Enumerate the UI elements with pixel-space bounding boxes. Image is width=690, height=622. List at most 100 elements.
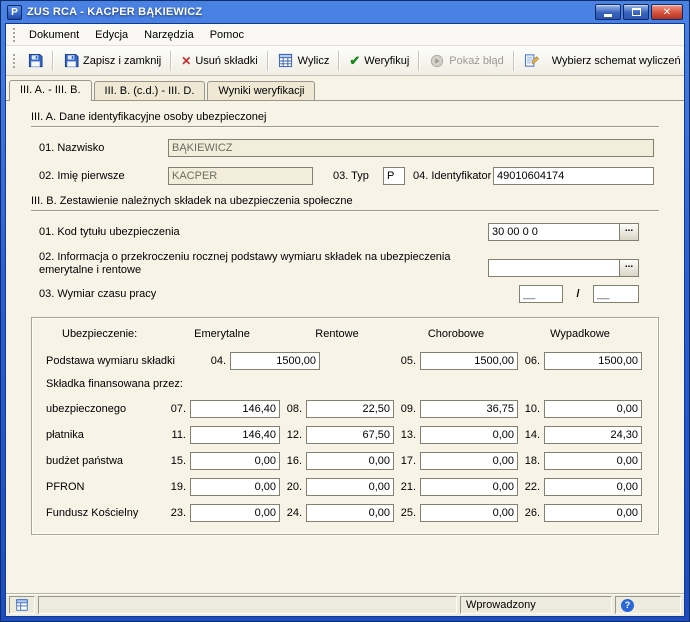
field-number: 07. — [164, 403, 190, 415]
statusbar-message-panel — [38, 596, 457, 614]
window-client-area: Dokument Edycja Narzędzia Pomoc Zapisz i… — [5, 23, 685, 617]
verify-button[interactable]: ✔ Weryfikuj — [343, 49, 415, 73]
field-number: 10. — [518, 403, 544, 415]
field-number: 14. — [518, 429, 544, 441]
insurance-code-field[interactable] — [488, 223, 620, 241]
field-20[interactable] — [306, 478, 394, 496]
field-09[interactable] — [420, 400, 518, 418]
toolbar-separator — [338, 51, 340, 71]
minimize-button[interactable] — [595, 4, 621, 20]
save-and-close-button[interactable]: Zapisz i zamknij — [57, 49, 167, 73]
field-25[interactable] — [420, 504, 518, 522]
green-check-icon: ✔ — [349, 53, 360, 69]
table-row-fundusz-koscielny: Fundusz Kościelny 23. 24. 25. 26. — [46, 504, 644, 522]
platnik-app-icon: P — [7, 5, 22, 20]
calculate-button[interactable]: Wylicz — [272, 49, 336, 73]
toolbar-separator — [267, 51, 269, 71]
document-type-icon — [15, 597, 29, 613]
show-error-icon — [429, 53, 445, 69]
firstname-field[interactable] — [168, 167, 313, 185]
choose-scheme-button[interactable]: Wybierz schemat wyliczeń — [546, 51, 685, 71]
type-field[interactable] — [383, 167, 405, 185]
show-error-button: Pokaż błąd — [423, 49, 509, 73]
maximize-button[interactable] — [623, 4, 649, 20]
field-11[interactable] — [190, 426, 280, 444]
close-button[interactable]: ✕ — [651, 4, 683, 20]
field-number: 22. — [518, 481, 544, 493]
toolbar: Zapisz i zamknij ✕ Usuń składki Wylicz ✔… — [6, 46, 684, 76]
field-04[interactable] — [230, 352, 320, 370]
field-17[interactable] — [420, 452, 518, 470]
field-08[interactable] — [306, 400, 394, 418]
choose-scheme-label: Wybierz schemat wyliczeń — [552, 55, 681, 67]
field-12[interactable] — [306, 426, 394, 444]
menu-narzedzia[interactable]: Narzędzia — [136, 26, 202, 44]
menu-edycja[interactable]: Edycja — [87, 26, 136, 44]
column-rentowe: Rentowe — [280, 328, 394, 340]
field-16[interactable] — [306, 452, 394, 470]
worktime-slash: / — [563, 288, 593, 300]
field-22[interactable] — [544, 478, 642, 496]
worktime-row: 03. Wymiar czasu pracy / — [31, 285, 659, 303]
scheme-icon-button[interactable] — [518, 49, 546, 73]
identifier-field[interactable] — [493, 167, 654, 185]
menu-pomoc[interactable]: Pomoc — [202, 26, 252, 44]
column-chorobowe: Chorobowe — [394, 328, 518, 340]
tab-iii-b-cd-iii-d[interactable]: III. B. (c.d.) - III. D. — [94, 81, 206, 100]
column-emerytalne: Emerytalne — [164, 328, 280, 340]
close-icon: ✕ — [663, 7, 671, 18]
document-status-text: Wprowadzony — [466, 599, 536, 611]
floppy-disk-icon — [27, 53, 43, 69]
name-type-id-row: 02. Imię pierwsze 03. Typ 04. Identyfika… — [31, 167, 659, 185]
field-10[interactable] — [544, 400, 642, 418]
surname-field[interactable] — [168, 139, 654, 157]
field-number: 16. — [280, 455, 306, 467]
tab-wyniki-weryfikacji[interactable]: Wyniki weryfikacji — [207, 81, 315, 100]
field-05[interactable] — [420, 352, 518, 370]
statusbar-help-panel: ? — [615, 596, 681, 614]
base-amount-label: Podstawa wymiaru składki — [46, 355, 204, 367]
field-26[interactable] — [544, 504, 642, 522]
field-number: 17. — [394, 455, 420, 467]
document-status-panel: Wprowadzony — [460, 596, 612, 614]
field-number: 04. — [204, 355, 230, 367]
worktime-denominator-field[interactable] — [593, 285, 639, 303]
field-15[interactable] — [190, 452, 280, 470]
field-number: 24. — [280, 507, 306, 519]
statusbar-document-panel — [9, 596, 35, 614]
field-number: 18. — [518, 455, 544, 467]
menu-dokument[interactable]: Dokument — [21, 26, 87, 44]
row-label: płatnika — [46, 429, 164, 441]
firstname-label: 02. Imię pierwsze — [31, 170, 168, 182]
field-18[interactable] — [544, 452, 642, 470]
row-label: PFRON — [46, 481, 164, 493]
field-07[interactable] — [190, 400, 280, 418]
section-divider — [31, 126, 659, 128]
field-24[interactable] — [306, 504, 394, 522]
limit-info-picker-button[interactable]: ... — [620, 259, 639, 277]
field-21[interactable] — [420, 478, 518, 496]
help-icon[interactable]: ? — [621, 599, 634, 612]
field-number: 11. — [164, 429, 190, 441]
insurance-code-picker-button[interactable]: ... — [620, 223, 639, 241]
delete-contributions-button[interactable]: ✕ Usuń składki — [175, 50, 263, 72]
field-14[interactable] — [544, 426, 642, 444]
insurance-header-label: Ubezpieczenie: — [46, 328, 164, 340]
calculation-grid-icon — [278, 53, 294, 69]
field-23[interactable] — [190, 504, 280, 522]
tabstrip: III. A. - III. B. III. B. (c.d.) - III. … — [6, 76, 684, 101]
table-row-ubezpieczonego: ubezpieczonego 07. 08. 09. 10. — [46, 400, 644, 418]
limit-info-field[interactable] — [488, 259, 620, 277]
verify-label: Weryfikuj — [364, 55, 409, 67]
field-number: 26. — [518, 507, 544, 519]
field-13[interactable] — [420, 426, 518, 444]
field-06[interactable] — [544, 352, 642, 370]
field-19[interactable] — [190, 478, 280, 496]
floppy-disk-icon — [63, 53, 79, 69]
table-row-platnika: płatnika 11. 12. 13. 14. — [46, 426, 644, 444]
calculation-scheme-icon — [524, 53, 540, 69]
worktime-numerator-field[interactable] — [519, 285, 563, 303]
column-wypadkowe: Wypadkowe — [518, 328, 642, 340]
save-button[interactable] — [21, 49, 49, 73]
tab-iii-a-iii-b[interactable]: III. A. - III. B. — [9, 80, 92, 101]
